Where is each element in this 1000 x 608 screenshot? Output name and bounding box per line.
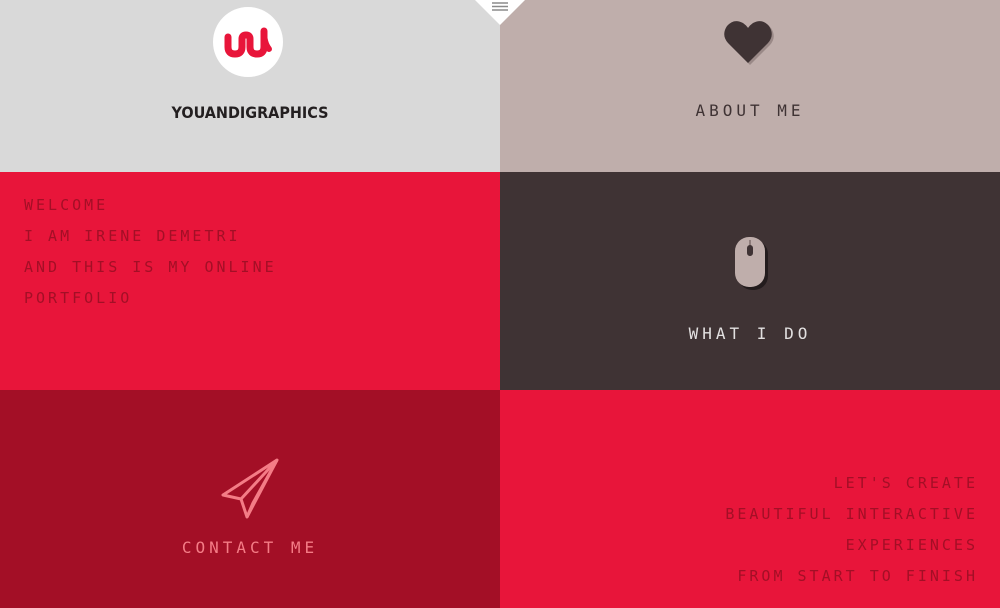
hamburger-menu-icon — [475, 0, 525, 25]
tagline-line: FROM START TO FINISH — [737, 567, 978, 585]
tagline-line: EXPERIENCES — [845, 536, 978, 554]
logo-badge[interactable] — [213, 7, 283, 77]
welcome-line: PORTFOLIO — [24, 289, 133, 307]
menu-toggle-button[interactable] — [475, 0, 525, 25]
tagline-line: BEAUTIFUL INTERACTIVE — [725, 505, 978, 523]
mouse-icon — [735, 237, 768, 290]
contact-me-tile[interactable]: CONTACT ME — [0, 390, 500, 608]
welcome-text: WELCOME I AM IRENE DEMETRI AND THIS IS M… — [24, 190, 277, 314]
what-i-do-tile[interactable]: WHAT I DO — [500, 172, 1000, 390]
welcome-line: WELCOME — [24, 196, 109, 214]
tagline-text: LET'S CREATE BEAUTIFUL INTERACTIVE EXPER… — [725, 468, 978, 592]
contact-me-label[interactable]: CONTACT ME — [0, 538, 500, 557]
welcome-tile: WELCOME I AM IRENE DEMETRI AND THIS IS M… — [0, 172, 500, 390]
heart-icon — [724, 21, 774, 65]
about-me-label[interactable]: ABOUT ME — [500, 101, 1000, 120]
welcome-line: I AM IRENE DEMETRI — [24, 227, 241, 245]
tagline-line: LET'S CREATE — [833, 474, 978, 492]
brand-name: YOUANDIGRAPHICS — [171, 103, 329, 122]
logo-tile[interactable]: YOUANDIGRAPHICS — [0, 0, 500, 172]
what-i-do-label[interactable]: WHAT I DO — [500, 324, 1000, 343]
paper-plane-icon — [221, 458, 279, 519]
tagline-tile: LET'S CREATE BEAUTIFUL INTERACTIVE EXPER… — [500, 390, 1000, 608]
monogram-logo-icon — [224, 27, 272, 58]
welcome-line: AND THIS IS MY ONLINE — [24, 258, 277, 276]
